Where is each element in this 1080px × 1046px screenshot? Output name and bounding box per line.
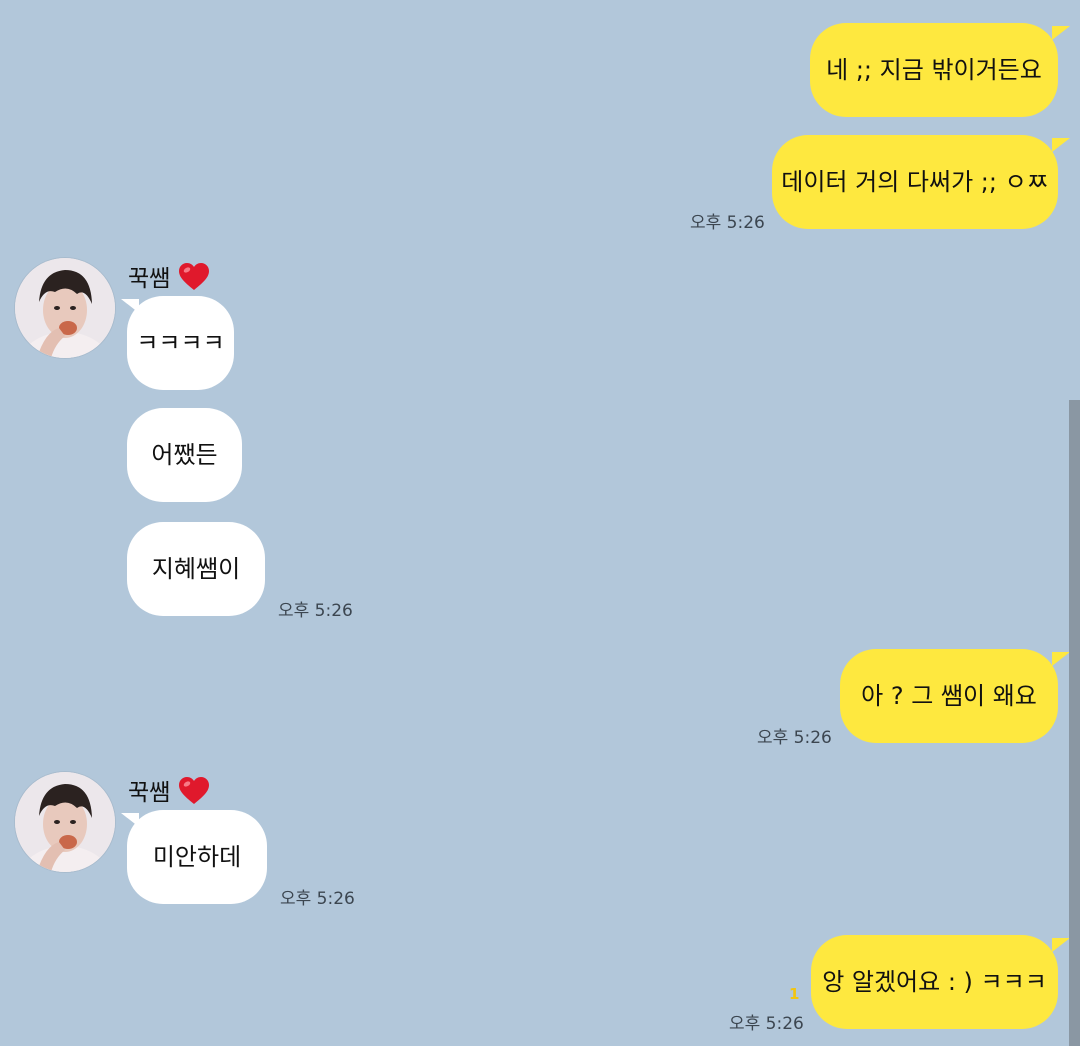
message-timestamp: 오후 5:26 bbox=[280, 889, 355, 909]
contact-name-text: 꾹쌤 bbox=[128, 780, 171, 806]
contact-name: 꾹쌤 bbox=[128, 773, 210, 807]
message-text: 앙 알겠어요 : ) ㅋㅋㅋ bbox=[822, 968, 1047, 996]
message-text: 지혜쌤이 bbox=[151, 555, 241, 583]
bubble-tail bbox=[121, 299, 139, 313]
scrollbar[interactable] bbox=[1069, 400, 1080, 1046]
message-bubble-received[interactable]: ㅋㅋㅋㅋ bbox=[127, 296, 234, 390]
contact-name-text: 꾹쌤 bbox=[128, 266, 171, 292]
message-text: 어쨌든 bbox=[151, 441, 218, 469]
message-text: 네 ;; 지금 밖이거든요 bbox=[826, 56, 1042, 84]
unread-count: 1 bbox=[789, 985, 800, 1003]
contact-avatar[interactable] bbox=[15, 772, 115, 872]
bubble-tail bbox=[1052, 938, 1070, 952]
profile-photo-icon bbox=[15, 258, 115, 358]
contact-name: 꾹쌤 bbox=[128, 259, 210, 293]
message-timestamp: 오후 5:26 bbox=[757, 728, 832, 748]
heart-icon bbox=[178, 262, 210, 291]
message-bubble-sent[interactable]: 네 ;; 지금 밖이거든요 bbox=[810, 23, 1058, 117]
message-timestamp: 오후 5:26 bbox=[729, 1014, 804, 1034]
message-timestamp: 오후 5:26 bbox=[278, 601, 353, 621]
bubble-tail bbox=[1052, 652, 1070, 666]
message-bubble-sent[interactable]: 데이터 거의 다써가 ;; ㅇㅉ bbox=[772, 135, 1058, 229]
message-bubble-sent[interactable]: 아 ? 그 쌤이 왜요 bbox=[840, 649, 1058, 743]
heart-icon bbox=[178, 776, 210, 805]
message-bubble-sent[interactable]: 앙 알겠어요 : ) ㅋㅋㅋ bbox=[811, 935, 1058, 1029]
message-text: 데이터 거의 다써가 ;; ㅇㅉ bbox=[781, 168, 1049, 196]
message-text: ㅋㅋㅋㅋ bbox=[136, 329, 225, 357]
contact-avatar[interactable] bbox=[15, 258, 115, 358]
profile-photo-icon bbox=[15, 772, 115, 872]
message-text: 미안하데 bbox=[152, 843, 242, 871]
message-bubble-received[interactable]: 어쨌든 bbox=[127, 408, 242, 502]
bubble-tail bbox=[1052, 138, 1070, 152]
message-bubble-received[interactable]: 미안하데 bbox=[127, 810, 267, 904]
bubble-tail bbox=[121, 813, 139, 827]
message-timestamp: 오후 5:26 bbox=[690, 213, 765, 233]
message-text: 아 ? 그 쌤이 왜요 bbox=[861, 682, 1037, 710]
bubble-tail bbox=[1052, 26, 1070, 40]
chat-area[interactable]: 네 ;; 지금 밖이거든요 데이터 거의 다써가 ;; ㅇㅉ 오후 5:26 꾹… bbox=[0, 0, 1080, 1046]
message-bubble-received[interactable]: 지혜쌤이 bbox=[127, 522, 265, 616]
